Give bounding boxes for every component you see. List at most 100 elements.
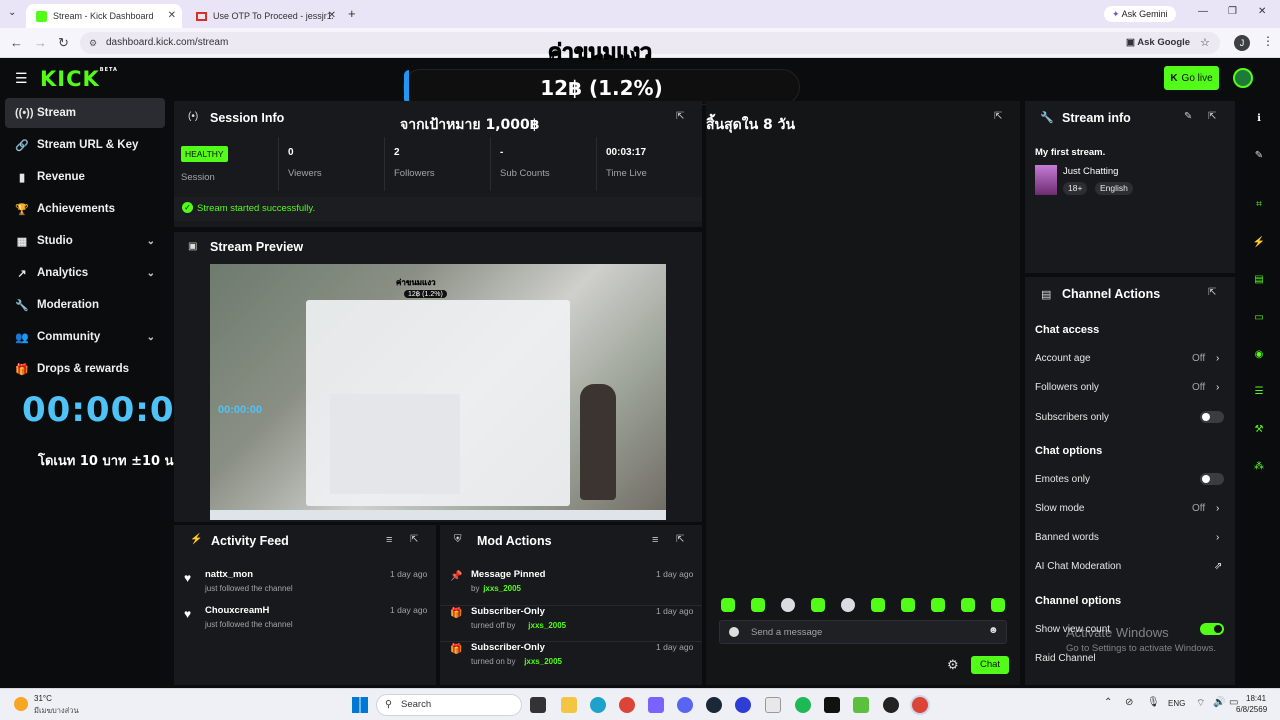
ai-moderation-row[interactable]: AI Chat Moderation ⇗ [1035,561,1225,572]
emote-icon[interactable] [901,598,915,612]
sidebar-item-analytics[interactable]: ↗ Analytics ⌄ [5,258,165,288]
emote-icon[interactable] [751,598,765,612]
popout-icon[interactable]: ⇱ [994,111,1002,122]
obs-icon[interactable] [883,697,899,713]
ask-google-button[interactable]: ▣ Ask Google [1126,32,1190,54]
language-indicator[interactable]: ENG [1168,699,1185,708]
profile-avatar[interactable]: J [1234,35,1250,51]
popout-icon[interactable]: ⇱ [676,111,684,122]
emote-icon[interactable] [811,598,825,612]
emoji-icon[interactable]: ☻ [988,625,999,636]
raid-channel-row[interactable]: Raid Channel [1035,653,1225,664]
emotes-only-toggle[interactable] [1200,473,1224,485]
bookmark-star-icon[interactable]: ☆ [1200,32,1210,54]
wifi-icon[interactable]: ⌔ [1196,697,1205,710]
file-explorer-icon[interactable] [561,697,577,713]
bolt-icon[interactable]: ⚡ [1248,231,1270,253]
account-age-row[interactable]: Account age Off › [1035,353,1225,364]
emote-icon[interactable] [871,598,885,612]
chrome-active-icon[interactable] [912,697,928,713]
ask-gemini-button[interactable]: ✦ Ask Gemini [1104,6,1176,22]
network-off-icon[interactable]: ⊘ [1125,697,1133,708]
spotify-icon[interactable] [795,697,811,713]
reload-icon[interactable]: ↻ [58,35,69,51]
forward-icon[interactable]: → [34,35,47,50]
tab-gmail[interactable]: Use OTP To Proceed - jessjr12: ✕ [186,4,342,28]
chevron-down-icon[interactable]: ⌄ [147,236,155,247]
emote-icon[interactable] [781,598,795,612]
steam-icon[interactable] [706,697,722,713]
weather-icon[interactable] [14,697,28,711]
broadcast-icon[interactable]: ◉ [1248,343,1270,365]
sidebar-item-stream[interactable]: ((•)) Stream [5,98,165,128]
wrench-icon[interactable]: ⚒ [1248,418,1270,440]
sidebar-item-revenue[interactable]: ▮ Revenue [5,162,165,192]
sidebar-item-studio[interactable]: ▦ Studio ⌄ [5,226,165,256]
chevron-down-icon[interactable]: ⌄ [147,268,155,279]
sidebar-item-stream-url-key[interactable]: 🔗 Stream URL & Key [5,130,165,160]
popout-icon[interactable]: ⇱ [1208,287,1216,298]
apps-icon[interactable]: ⁂ [1248,455,1270,477]
maximize-icon[interactable]: ❐ [1228,6,1237,17]
scan-icon[interactable]: ⌗ [1248,193,1270,215]
close-tab-icon[interactable]: ✕ [328,10,336,21]
popout-icon[interactable]: ⇱ [676,534,684,545]
app-icon[interactable] [853,697,869,713]
followers-only-row[interactable]: Followers only Off › [1035,382,1225,393]
popout-icon[interactable]: ⇱ [410,534,418,545]
chat-settings-icon[interactable]: ⚙ [947,657,959,673]
pen-icon[interactable]: ✎ [1248,144,1270,166]
sidebar-item-community[interactable]: 👥 Community ⌄ [5,322,165,352]
sidebar-item-achievements[interactable]: 🏆 Achievements [5,194,165,224]
discord-icon[interactable] [677,697,693,713]
subscribers-only-toggle[interactable] [1200,411,1224,423]
close-tab-icon[interactable]: ✕ [168,10,176,21]
chrome-icon[interactable] [619,697,635,713]
back-icon[interactable]: ← [10,35,23,50]
popout-icon[interactable]: ⇱ [1208,111,1216,122]
emote-icon[interactable] [961,598,975,612]
mod-action-user[interactable]: jxxs_2005 [524,657,562,666]
store-icon[interactable] [648,697,664,713]
chat-bubble-icon[interactable]: ▭ [1248,306,1270,328]
taskbar-search[interactable]: ⚲ Search [376,694,522,716]
chat-send-button[interactable]: Chat [971,656,1009,674]
clock-date[interactable]: 6/8/2569 [1236,705,1267,714]
terminal-icon[interactable] [824,697,840,713]
edge-icon[interactable] [590,697,606,713]
mic-icon[interactable]: 🎙 [1147,697,1160,708]
task-view-icon[interactable] [530,697,546,713]
document-icon[interactable]: ▤ [1248,268,1270,290]
edit-pencil-icon[interactable]: ✎ [1184,111,1192,122]
kick-logo[interactable]: KICKBETA [40,67,118,91]
emote-icon[interactable] [841,598,855,612]
banned-words-row[interactable]: Banned words › [1035,532,1225,543]
emote-icon[interactable] [931,598,945,612]
browser-menu-icon[interactable]: ⋮ [1262,34,1274,48]
clock-time[interactable]: 18:41 [1246,694,1266,703]
filter-icon[interactable]: ≡ [386,534,392,546]
mod-action-user[interactable]: jxxs_2005 [483,584,521,593]
chat-input[interactable]: Send a message ☻ [719,620,1007,644]
mod-action-user[interactable]: jxxs_2005 [528,621,566,630]
chevron-down-icon[interactable]: ⌄ [147,332,155,343]
info-icon[interactable]: ℹ [1248,107,1270,129]
new-tab-icon[interactable]: + [348,6,356,21]
tab-list-chevron-icon[interactable]: ⌄ [8,7,16,18]
emote-icon[interactable] [721,598,735,612]
tab-kick-dashboard[interactable]: Stream - Kick Dashboard ✕ [26,4,182,28]
windows-start-icon[interactable] [352,697,368,713]
notepad-icon[interactable] [765,697,781,713]
volume-icon[interactable]: 🔊 [1213,697,1225,708]
emote-icon[interactable] [991,598,1005,612]
tray-chevron-icon[interactable]: ⌃ [1104,697,1112,708]
ea-icon[interactable] [735,697,751,713]
stream-preview-video[interactable]: ค่าขนมแงว 12฿ (1.2%) 00:00:00 [210,264,666,520]
user-avatar[interactable] [1233,68,1253,88]
go-live-button[interactable]: K Go live [1164,66,1219,90]
slow-mode-row[interactable]: Slow mode Off › [1035,503,1225,514]
minimize-icon[interactable]: — [1198,6,1208,17]
close-window-icon[interactable]: ✕ [1258,6,1266,17]
site-info-icon[interactable]: ⚙ [89,32,97,54]
list-icon[interactable]: ☰ [1248,380,1270,402]
